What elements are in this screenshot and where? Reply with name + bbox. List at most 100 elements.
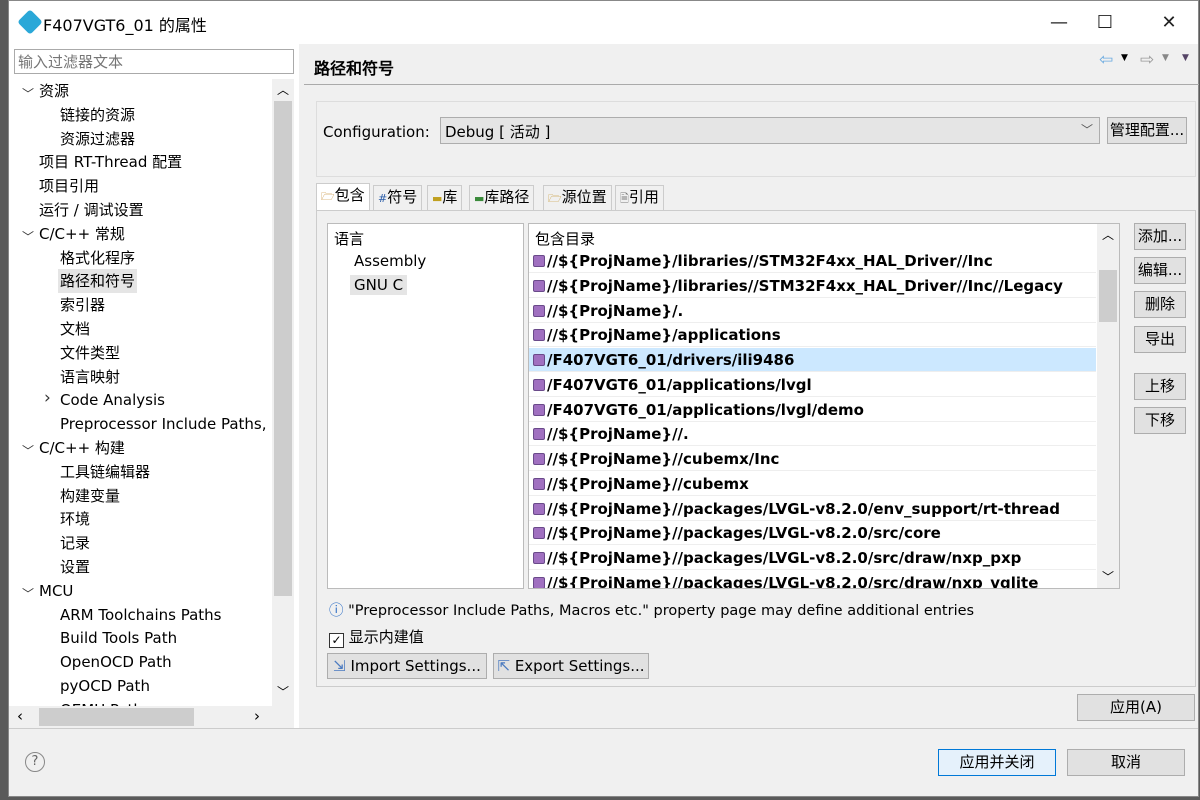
scroll-right-icon[interactable]: ›: [254, 707, 260, 725]
tab-library[interactable]: ▬库: [427, 185, 463, 210]
cancel-button[interactable]: 取消: [1067, 749, 1185, 776]
tree-item[interactable]: 记录: [58, 531, 92, 555]
include-path-row[interactable]: //${ProjName}//packages/LVGL-v8.2.0/src/…: [529, 546, 1096, 570]
tree-item[interactable]: 文档: [58, 317, 92, 341]
tree-item[interactable]: ARM Toolchains Paths: [58, 603, 224, 627]
configuration-select[interactable]: Debug [ 活动 ] ﹀: [440, 117, 1100, 144]
include-path-row[interactable]: //${ProjName}//cubemx/Inc: [529, 447, 1096, 471]
include-path-row[interactable]: /F407VGT6_01/applications/lvgl: [529, 373, 1096, 397]
tree-item[interactable]: Preprocessor Include Paths, Macros etc.: [58, 412, 272, 436]
chevron-down-icon[interactable]: ﹀: [22, 585, 34, 602]
language-list[interactable]: 语言 Assembly GNU C: [327, 223, 524, 589]
view-menu-icon[interactable]: ▼: [1182, 53, 1189, 63]
include-folder-icon: [533, 527, 545, 540]
tab-hash[interactable]: #符号: [373, 185, 423, 210]
chevron-down-icon[interactable]: ﹀: [22, 85, 34, 102]
tree-item[interactable]: 环境: [58, 507, 92, 531]
language-item[interactable]: GNU C: [350, 275, 408, 295]
back-icon[interactable]: ⇦: [1099, 50, 1113, 70]
tree-item[interactable]: 格式化程序: [58, 246, 137, 270]
scroll-left-icon[interactable]: ‹: [17, 707, 23, 725]
tab-source-folder[interactable]: 🗁源位置: [543, 185, 612, 210]
tree-item[interactable]: 文件类型: [58, 341, 122, 365]
chevron-down-icon[interactable]: ﹀: [22, 228, 34, 245]
scroll-down-icon[interactable]: ﹀: [277, 683, 289, 700]
include-folder-icon: [533, 329, 545, 342]
move-down-button[interactable]: 下移: [1134, 407, 1186, 434]
edit-button[interactable]: 编辑...: [1134, 257, 1186, 284]
chevron-down-icon[interactable]: ﹀: [22, 442, 34, 459]
manage-configurations-button[interactable]: 管理配置...: [1107, 117, 1187, 144]
include-list[interactable]: 包含目录 //${ProjName}/libraries//STM32F4xx_…: [528, 223, 1120, 589]
add-button[interactable]: 添加...: [1134, 223, 1186, 250]
tree-item[interactable]: MCU: [37, 579, 75, 603]
tab-include[interactable]: 🗁包含: [316, 183, 370, 210]
tree-item[interactable]: 资源: [37, 79, 71, 103]
tree-item[interactable]: 工具链编辑器: [58, 460, 152, 484]
tree-item[interactable]: 资源过滤器: [58, 127, 137, 151]
scroll-down-icon[interactable]: ﹀: [1102, 568, 1114, 585]
title-bar: F407VGT6_01 的属性 — ☐ ✕: [9, 1, 1198, 44]
tree-item-label: 路径和符号: [60, 272, 136, 291]
tree-vertical-scrollbar[interactable]: ︿ ﹀: [272, 79, 294, 706]
tree-item-label: 工具链编辑器: [60, 462, 151, 481]
tree-item[interactable]: 构建变量: [58, 484, 122, 508]
tree-item[interactable]: C/C++ 构建: [37, 436, 127, 460]
apply-and-close-button[interactable]: 应用并关闭: [938, 749, 1056, 776]
tree-item[interactable]: QEMU Path: [58, 698, 145, 706]
tree-item[interactable]: 语言映射: [58, 365, 122, 389]
chevron-right-icon[interactable]: ›: [44, 388, 51, 408]
scroll-thumb[interactable]: [1099, 270, 1117, 322]
scroll-up-icon[interactable]: ︿: [277, 81, 289, 98]
close-button[interactable]: ✕: [1149, 9, 1189, 37]
include-path-row[interactable]: //${ProjName}/.: [529, 299, 1096, 323]
tree-item[interactable]: OpenOCD Path: [58, 650, 174, 674]
delete-button[interactable]: 删除: [1134, 291, 1186, 318]
minimize-button[interactable]: —: [1039, 9, 1079, 37]
scroll-thumb[interactable]: [39, 708, 194, 726]
include-path-row[interactable]: //${ProjName}//packages/LVGL-v8.2.0/src/…: [529, 521, 1096, 546]
include-folder-icon: [533, 502, 545, 515]
tab-library-path[interactable]: ▬库路径: [469, 185, 535, 210]
tree-item[interactable]: 设置: [58, 555, 92, 579]
tree-item[interactable]: 链接的资源: [58, 103, 137, 127]
export-icon: ⇱: [497, 657, 511, 675]
tree-item[interactable]: Code Analysis: [58, 388, 167, 412]
language-item[interactable]: Assembly: [354, 252, 426, 270]
include-path-row[interactable]: //${ProjName}//cubemx: [529, 472, 1096, 496]
scroll-up-icon[interactable]: ︿: [1102, 226, 1114, 243]
tree-item[interactable]: 运行 / 调试设置: [37, 198, 146, 222]
tree-item[interactable]: 路径和符号: [58, 269, 138, 294]
maximize-button[interactable]: ☐: [1085, 9, 1125, 37]
show-builtin-checkbox[interactable]: ✓ 显示内建值: [329, 626, 424, 648]
filter-input[interactable]: [14, 49, 294, 74]
include-path-row[interactable]: //${ProjName}/applications: [529, 323, 1096, 348]
include-path-row[interactable]: //${ProjName}//.: [529, 422, 1096, 447]
tab-reference[interactable]: 🗎引用: [615, 185, 664, 210]
include-path-row[interactable]: /F407VGT6_01/applications/lvgl/demo: [529, 398, 1096, 422]
tree-item[interactable]: 索引器: [58, 293, 107, 317]
tree-item[interactable]: pyOCD Path: [58, 674, 152, 698]
apply-button[interactable]: 应用(A): [1077, 694, 1195, 721]
tree-item[interactable]: 项目 RT-Thread 配置: [37, 150, 184, 174]
export-button[interactable]: 导出: [1134, 326, 1186, 353]
show-builtin-label: 显示内建值: [348, 628, 424, 646]
tree-item[interactable]: Build Tools Path: [58, 626, 179, 650]
tree-item[interactable]: 项目引用: [37, 174, 101, 198]
move-up-button[interactable]: 上移: [1134, 373, 1186, 400]
tree-item[interactable]: C/C++ 常规: [37, 222, 127, 246]
back-menu-icon[interactable]: ▼: [1121, 53, 1128, 63]
include-path-row[interactable]: //${ProjName}/libraries//STM32F4xx_HAL_D…: [529, 249, 1096, 273]
include-path-row[interactable]: //${ProjName}/libraries//STM32F4xx_HAL_D…: [529, 274, 1096, 298]
help-icon[interactable]: ?: [25, 752, 45, 772]
scroll-thumb[interactable]: [274, 101, 292, 596]
export-settings-button[interactable]: ⇱ Export Settings...: [493, 653, 649, 679]
include-path-row[interactable]: /F407VGT6_01/drivers/ili9486: [529, 348, 1096, 372]
import-settings-button[interactable]: ⇲ Import Settings...: [327, 653, 487, 679]
tree-horizontal-scrollbar[interactable]: ‹ ›: [9, 706, 294, 728]
forward-icon[interactable]: ⇨: [1140, 50, 1154, 70]
include-path-row[interactable]: //${ProjName}//packages/LVGL-v8.2.0/env_…: [529, 497, 1096, 521]
forward-menu-icon[interactable]: ▼: [1162, 53, 1169, 63]
include-path-row[interactable]: //${ProjName}//packages/LVGL-v8.2.0/src/…: [529, 571, 1096, 588]
include-scrollbar[interactable]: ︿ ﹀: [1097, 224, 1119, 588]
